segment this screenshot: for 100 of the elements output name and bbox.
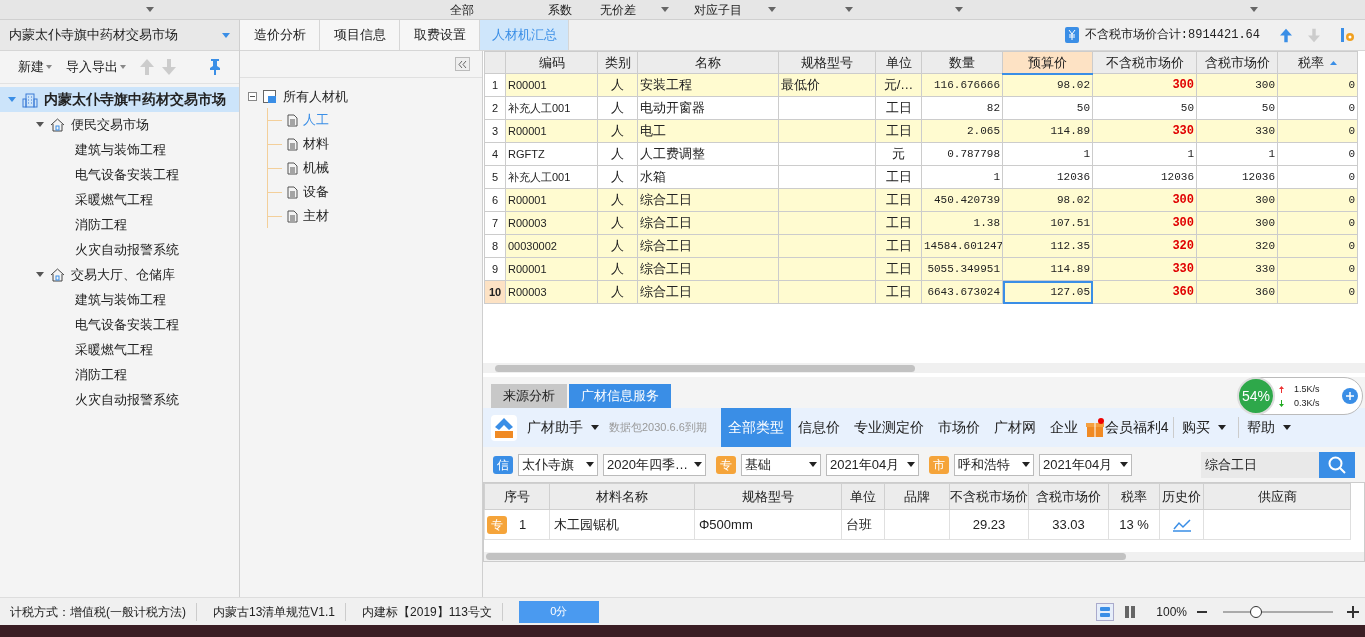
table-cell: 1.38 (921, 211, 1003, 235)
tree-item[interactable]: 内蒙太仆寺旗中药材交易市场 (0, 87, 239, 112)
table-row[interactable]: 7 R00003 人 综合工日 工日 1.38 107.51 300 300 0 (484, 211, 1358, 235)
pin-icon[interactable] (209, 59, 221, 75)
nav-tab[interactable]: 企业 (1042, 408, 1085, 447)
tab[interactable]: 来源分析 (491, 384, 567, 408)
tab[interactable]: 项目信息 (320, 20, 400, 50)
gift-label[interactable]: 会员福利4 (1104, 417, 1169, 438)
collapse-icon[interactable] (248, 92, 257, 101)
tree-item[interactable]: 采暖燃气工程 (0, 337, 239, 362)
tree-item[interactable]: 设备 (303, 182, 329, 202)
table-cell: 300 (1092, 188, 1197, 212)
tree-item[interactable]: 建筑与装饰工程 (0, 287, 239, 312)
menu-button[interactable]: 新建 (18, 57, 52, 77)
table-row[interactable]: 5 补充人工001 人 水箱 工日 1 12036 12036 12036 0 (484, 165, 1358, 189)
column-header[interactable]: 名称 (637, 51, 779, 74)
collapse-button[interactable] (455, 57, 470, 71)
column-header: 税率 (1108, 483, 1160, 510)
table-row[interactable]: 3 R00001 人 电工 工日 2.065 114.89 330 330 0 (484, 119, 1358, 143)
project-dropdown[interactable]: 内蒙太仆寺旗中药材交易市场 (0, 20, 239, 51)
menu-button[interactable]: 购买 (1172, 417, 1234, 438)
tree-item[interactable]: 采暖燃气工程 (0, 187, 239, 212)
select-field[interactable]: 2021年04月 (1038, 453, 1132, 476)
status-text: 内蒙古13清单规范V1.1 (203, 602, 347, 621)
tree-item[interactable]: 材料 (303, 134, 329, 154)
total-label: 不含税市场价合计:8914421.64 (1084, 27, 1260, 44)
nav-tab[interactable]: 广材网 (986, 408, 1043, 447)
table-cell: 360 (1092, 280, 1197, 304)
zoom-in-button[interactable] (1347, 605, 1359, 618)
tree-item[interactable]: 消防工程 (0, 362, 239, 387)
column-header: 序号 (484, 483, 550, 510)
column-header[interactable]: 单位 (875, 51, 922, 74)
select-field[interactable]: 2021年04月 (825, 453, 919, 476)
table-row[interactable]: 8 00030002 人 综合工日 工日 14584.601247 112.35 320 320 0 (484, 234, 1358, 258)
table-row[interactable]: 4 RGFTZ 人 人工费调整 元 0.787798 1 1 1 0 (484, 142, 1358, 166)
tree-item[interactable]: 消防工程 (0, 212, 239, 237)
column-header[interactable]: 含税市场价 (1196, 51, 1278, 74)
table-cell: 工日 (875, 211, 922, 235)
column-header[interactable]: 税率 (1277, 51, 1358, 74)
scrollbar[interactable] (484, 552, 1364, 561)
select-field[interactable]: 呼和浩特 (953, 453, 1034, 476)
nav-tab[interactable]: 信息价 (790, 408, 847, 447)
folder-chart-icon (263, 89, 277, 104)
tree-item[interactable]: 火灾自动报警系统 (0, 387, 239, 412)
list-view-icon[interactable] (1096, 602, 1115, 621)
tree-item[interactable]: 便民交易市场 (0, 112, 239, 137)
table-cell: 14584.601247 (921, 234, 1003, 258)
tab[interactable]: 取费设置 (400, 20, 480, 50)
caret-icon (8, 97, 16, 102)
select-field[interactable]: 太仆寺旗 (518, 453, 598, 476)
menu-button[interactable]: 帮助 (1237, 417, 1299, 438)
column-header[interactable]: 不含税市场价 (1092, 51, 1197, 74)
line-chart-icon[interactable] (1171, 518, 1192, 533)
tree-item[interactable]: 电气设备安装工程 (0, 312, 239, 337)
column-header[interactable]: 预算价 (1002, 51, 1093, 74)
table-cell: R00001 (505, 257, 598, 281)
search-button[interactable] (1319, 451, 1355, 478)
column-header[interactable]: 类别 (597, 51, 638, 74)
scrollbar[interactable] (483, 363, 1365, 373)
table-cell: 0 (1277, 234, 1358, 258)
table-cell: 安装工程 (637, 73, 779, 97)
table-cell: 112.35 (1002, 234, 1093, 258)
table-cell: 综合工日 (637, 257, 779, 281)
building-icon (22, 91, 38, 108)
tree-item[interactable]: 建筑与装饰工程 (0, 137, 239, 162)
search-field[interactable]: 综合工日 (1201, 451, 1319, 478)
tree-item[interactable]: 火灾自动报警系统 (0, 237, 239, 262)
column-view-icon[interactable] (1124, 604, 1137, 619)
table-cell: 0 (1277, 119, 1358, 143)
table-row[interactable]: 9 R00001 人 综合工日 工日 5055.349951 114.89 330 330 0 (484, 257, 1358, 281)
brand-menu[interactable]: 广材助手 (527, 417, 599, 438)
settings-icon[interactable] (1340, 27, 1355, 43)
arrow-up-icon[interactable] (1280, 27, 1292, 43)
column-header: 规格型号 (694, 483, 842, 510)
table-cell: 114.89 (1002, 119, 1093, 143)
menu-button[interactable]: 导入导出 (66, 57, 126, 77)
select-field[interactable]: 2020年四季… (603, 453, 706, 476)
nav-tab[interactable]: 专业测定价 (846, 408, 931, 447)
nav-tab[interactable]: 市场价 (930, 408, 987, 447)
document-icon (287, 185, 298, 199)
table-row[interactable]: 6 R00001 人 综合工日 工日 450.420739 98.02 300 300 0 (484, 188, 1358, 212)
caret-icon (1282, 425, 1291, 430)
plus-button[interactable] (1342, 388, 1358, 404)
column-header[interactable]: 编码 (505, 51, 598, 74)
tree-item[interactable]: 交易大厅、仓储库 (0, 262, 239, 287)
table-cell: 人 (597, 96, 638, 120)
table-cell: 0 (1277, 257, 1358, 281)
table-row[interactable]: 1 R00001 人 安装工程 最低价 元/… 116.676666 98.02 300 300 0 (484, 73, 1358, 97)
column-header[interactable]: 数量 (921, 51, 1003, 74)
zoom-slider-thumb[interactable] (1250, 605, 1262, 618)
select-field[interactable]: 基础 (740, 453, 821, 476)
tree-item[interactable]: 机械 (303, 158, 329, 178)
row-number: 7 (484, 211, 506, 235)
tree-item[interactable]: 主材 (303, 206, 329, 226)
tab[interactable]: 造价分析 (240, 20, 320, 50)
tree-item[interactable]: 电气设备安装工程 (0, 162, 239, 187)
table-row[interactable]: 10 R00003 人 综合工日 工日 6643.673024 127.05 360 360 0 (484, 280, 1358, 304)
column-header[interactable]: 规格型号 (778, 51, 876, 74)
table-cell: R00001 (505, 119, 598, 143)
table-row[interactable]: 2 补充人工001 人 电动开窗器 工日 82 50 50 50 0 (484, 96, 1358, 120)
